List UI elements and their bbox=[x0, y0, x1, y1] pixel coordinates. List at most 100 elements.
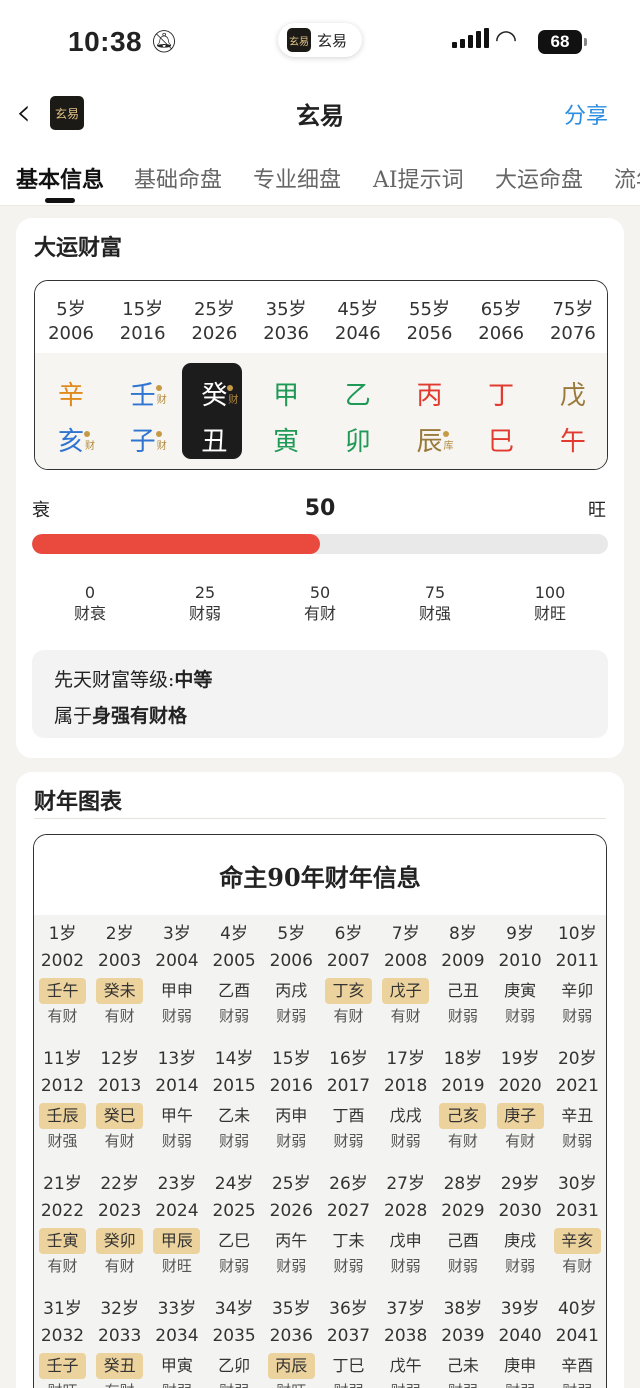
year-wealth-status: 财弱 bbox=[161, 1132, 192, 1150]
year-cell[interactable]: 19岁 2020 庚子 有财 bbox=[492, 1046, 549, 1154]
year-cell[interactable]: 8岁 2009 己丑 财弱 bbox=[434, 921, 491, 1029]
scale-tick-value: 25 bbox=[194, 583, 216, 602]
year-number: 2017 bbox=[326, 1076, 371, 1096]
year-wealth-status: 有财 bbox=[562, 1257, 593, 1275]
year-cell[interactable]: 26岁 2027 丁未 财弱 bbox=[320, 1171, 377, 1279]
year-ganzhi: 壬辰 bbox=[39, 1103, 86, 1129]
dayun-column[interactable]: 15岁 2016 壬子财财 bbox=[107, 281, 179, 469]
dayun-gan: 壬 bbox=[129, 381, 156, 411]
tab-basic-info[interactable]: 基本信息 bbox=[16, 162, 104, 194]
tab-basic-chart[interactable]: 基础命盘 bbox=[134, 162, 222, 194]
year-wealth-status: 财弱 bbox=[505, 1257, 536, 1275]
year-cell[interactable]: 18岁 2019 己亥 有财 bbox=[434, 1046, 491, 1154]
year-cell[interactable]: 3岁 2004 甲申 财弱 bbox=[148, 921, 205, 1029]
dayun-column[interactable]: 75岁 2076 戊午 bbox=[537, 281, 607, 469]
tab-ai-prompt[interactable]: AI提示词 bbox=[373, 162, 464, 194]
year-ganzhi: 乙未 bbox=[218, 1106, 251, 1125]
year-cell[interactable]: 36岁 2037 丁巳财弱 bbox=[320, 1296, 377, 1388]
scale-tick-label: 财衰 bbox=[73, 604, 106, 623]
year-cell[interactable]: 30岁 2031 辛亥 有财 bbox=[549, 1171, 606, 1279]
year-cell[interactable]: 25岁 2026 丙午 财弱 bbox=[263, 1171, 320, 1279]
dayun-zhi: 午 bbox=[559, 427, 586, 457]
year-cell[interactable]: 7岁 2008 戊子 有财 bbox=[377, 921, 434, 1029]
year-wealth-status: 有财 bbox=[104, 1132, 135, 1150]
year-cell[interactable]: 10岁 2011 辛卯 财弱 bbox=[549, 921, 606, 1029]
scale-tick-value: 50 bbox=[309, 583, 331, 602]
year-wealth-status: 财弱 bbox=[333, 1132, 364, 1150]
year-cell[interactable]: 34岁 2035 乙卯财弱 bbox=[206, 1296, 263, 1388]
tab-detailed-chart[interactable]: 专业细盘 bbox=[253, 162, 341, 194]
year-cell[interactable]: 15岁 2016 丙申 财弱 bbox=[263, 1046, 320, 1154]
year-cell[interactable]: 38岁 2039 己未财弱 bbox=[434, 1296, 491, 1388]
year-cell[interactable]: 11岁 2012 壬辰 财强 bbox=[34, 1046, 91, 1154]
year-cell[interactable]: 27岁 2028 戊申 财弱 bbox=[377, 1171, 434, 1279]
year-cell[interactable]: 2岁 2003 癸未 有财 bbox=[91, 921, 148, 1029]
year-ganzhi: 辛丑 bbox=[561, 1106, 594, 1125]
wealth-year-card: 财年图表 命主90年财年信息 1岁 2002 壬午 有财 2岁 2003 癸未 有财 3岁 200… bbox=[16, 772, 624, 1388]
year-cell[interactable]: 9岁 2010 庚寅 财弱 bbox=[492, 921, 549, 1029]
year-age: 29岁 bbox=[500, 1174, 540, 1194]
year-cell[interactable]: 23岁 2024 甲辰 财旺 bbox=[148, 1171, 205, 1279]
year-number: 2022 bbox=[40, 1201, 85, 1221]
dayun-year: 2046 bbox=[334, 323, 381, 344]
year-cell[interactable]: 35岁 2036 丙辰财旺 bbox=[263, 1296, 320, 1388]
dayun-year: 2056 bbox=[406, 323, 453, 344]
dayun-column[interactable]: 25岁 2026 癸丑财 bbox=[178, 281, 250, 469]
year-cell[interactable]: 16岁 2017 丁酉 财弱 bbox=[320, 1046, 377, 1154]
dayun-column[interactable]: 45岁 2046 乙卯 bbox=[322, 281, 394, 469]
year-ganzhi: 丁亥 bbox=[325, 978, 372, 1004]
dayun-column[interactable]: 35岁 2036 甲寅 bbox=[250, 281, 322, 469]
year-wealth-status: 财弱 bbox=[219, 1257, 250, 1275]
year-number: 2011 bbox=[555, 951, 599, 971]
dayun-column[interactable]: 5岁 2006 辛亥财 bbox=[35, 281, 107, 469]
year-cell[interactable]: 39岁 2040 庚申财弱 bbox=[492, 1296, 549, 1388]
year-cell[interactable]: 14岁 2015 乙未 财弱 bbox=[206, 1046, 263, 1154]
status-time: 10:38 bbox=[68, 26, 143, 57]
year-age: 9岁 bbox=[506, 924, 534, 944]
year-wealth-status: 有财 bbox=[104, 1007, 135, 1025]
year-ganzhi: 甲寅 bbox=[160, 1356, 193, 1375]
year-age: 28岁 bbox=[443, 1174, 483, 1194]
year-cell[interactable]: 24岁 2025 乙巳 财弱 bbox=[206, 1171, 263, 1279]
year-cell[interactable]: 12岁 2013 癸巳 有财 bbox=[91, 1046, 148, 1154]
dayun-column[interactable]: 65岁 2066 丁巳 bbox=[465, 281, 537, 469]
year-cell[interactable]: 1岁 2002 壬午 有财 bbox=[34, 921, 91, 1029]
year-cell[interactable]: 4岁 2005 乙酉 财弱 bbox=[206, 921, 263, 1029]
year-cell[interactable]: 32岁 2033 癸丑有财 bbox=[91, 1296, 148, 1388]
year-cell[interactable]: 28岁 2029 己酉 财弱 bbox=[434, 1171, 491, 1279]
dayun-column[interactable]: 55岁 2056 丙辰库 bbox=[394, 281, 466, 469]
year-cell[interactable]: 33岁 2034 甲寅财弱 bbox=[148, 1296, 205, 1388]
scale-tick-value: 100 bbox=[534, 583, 566, 602]
year-wealth-status: 财弱 bbox=[434, 1379, 491, 1388]
year-wealth-status: 财弱 bbox=[390, 1132, 421, 1150]
year-number: 2008 bbox=[384, 951, 428, 971]
year-wealth-status: 财弱 bbox=[276, 1132, 307, 1150]
scale-tick: 0 财衰 bbox=[50, 582, 130, 624]
year-cell[interactable]: 40岁 2041 辛酉财弱 bbox=[549, 1296, 606, 1388]
year-cell[interactable]: 6岁 2007 丁亥 有财 bbox=[320, 921, 377, 1029]
year-ganzhi: 丁酉 bbox=[332, 1106, 365, 1125]
year-cell[interactable]: 20岁 2021 辛丑 财弱 bbox=[549, 1046, 606, 1154]
scale-tick-label: 财弱 bbox=[188, 604, 221, 623]
year-wealth-status: 财旺 bbox=[34, 1379, 91, 1388]
tab-dayun-chart[interactable]: 大运命盘 bbox=[495, 162, 583, 194]
year-cell[interactable]: 22岁 2023 癸卯 有财 bbox=[91, 1171, 148, 1279]
dayun-gan: 乙 bbox=[344, 381, 371, 411]
year-cell[interactable]: 29岁 2030 庚戌 财弱 bbox=[492, 1171, 549, 1279]
dynamic-island[interactable]: 玄易 玄易 bbox=[278, 23, 362, 57]
tab-liunian[interactable]: 流年 bbox=[614, 162, 640, 194]
share-button[interactable]: 分享 bbox=[564, 98, 608, 130]
year-wealth-status: 财弱 bbox=[219, 1132, 250, 1150]
year-age: 6岁 bbox=[334, 924, 363, 944]
year-number: 2027 bbox=[326, 1201, 371, 1221]
bell-muted-icon: 🔕︎ bbox=[150, 30, 178, 55]
year-cell[interactable]: 37岁 2038 戊午财弱 bbox=[377, 1296, 434, 1388]
battery-icon: 68 bbox=[538, 30, 587, 54]
year-cell[interactable]: 31岁 2032 壬子财旺 bbox=[34, 1296, 91, 1388]
year-number: 2018 bbox=[384, 1076, 428, 1096]
year-cell[interactable]: 21岁 2022 壬寅 有财 bbox=[34, 1171, 91, 1279]
year-cell[interactable]: 17岁 2018 戊戌 财弱 bbox=[377, 1046, 434, 1154]
year-age: 30岁 bbox=[557, 1174, 597, 1194]
year-cell[interactable]: 5岁 2006 丙戌 财弱 bbox=[263, 921, 320, 1029]
year-cell[interactable]: 13岁 2014 甲午 财弱 bbox=[148, 1046, 205, 1154]
